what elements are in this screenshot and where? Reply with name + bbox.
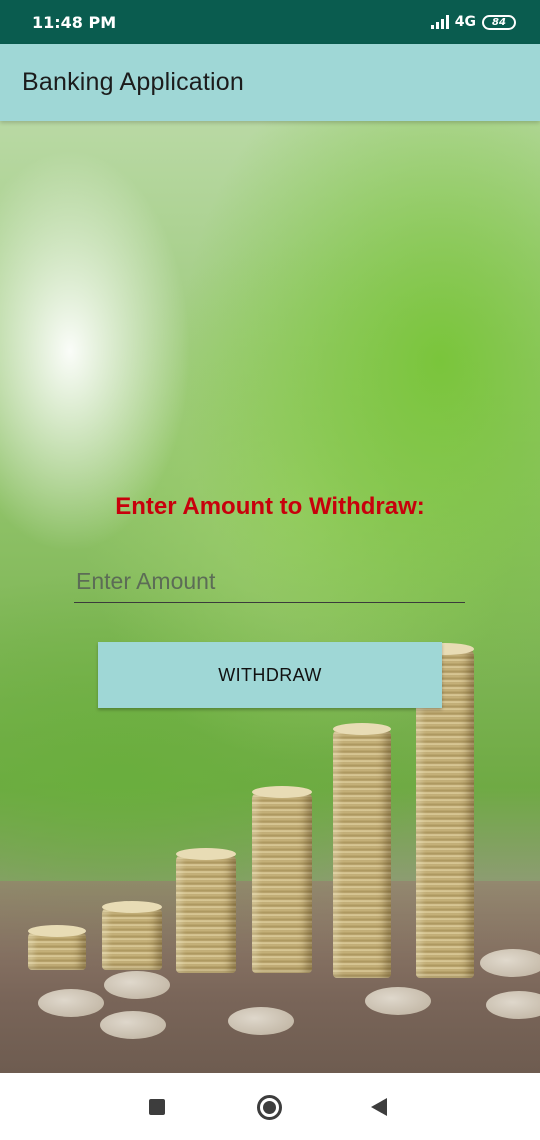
status-indicators: 4G 84 <box>430 14 516 30</box>
app-bar: Banking Application <box>0 44 540 121</box>
loose-coin <box>100 1011 166 1039</box>
coin-stack <box>102 901 162 970</box>
loose-coin <box>104 971 170 999</box>
app-title: Banking Application <box>22 68 245 96</box>
loose-coin <box>480 949 540 977</box>
coin-stack <box>176 848 236 973</box>
network-type: 4G <box>454 14 476 30</box>
status-bar: 11:48 PM 4G 84 <box>0 0 540 44</box>
home-icon[interactable] <box>257 1095 282 1120</box>
back-icon[interactable] <box>371 1098 387 1116</box>
loose-coin <box>365 987 431 1015</box>
coin-stack <box>252 786 312 973</box>
loose-coin <box>38 989 104 1017</box>
background-image: Enter Amount to Withdraw: WITHDRAW <box>0 121 540 1073</box>
withdraw-button[interactable]: WITHDRAW <box>98 642 442 708</box>
amount-input[interactable] <box>74 561 465 603</box>
battery-icon: 84 <box>482 14 516 30</box>
signal-icon <box>430 15 449 29</box>
coin-stack <box>333 723 391 978</box>
loose-coin <box>228 1007 294 1035</box>
coin-stack <box>28 925 86 970</box>
withdraw-prompt: Enter Amount to Withdraw: <box>115 493 425 520</box>
status-time: 11:48 PM <box>32 12 117 32</box>
recents-icon[interactable] <box>149 1099 165 1115</box>
navigation-bar <box>0 1073 540 1140</box>
battery-level: 84 <box>492 16 506 28</box>
